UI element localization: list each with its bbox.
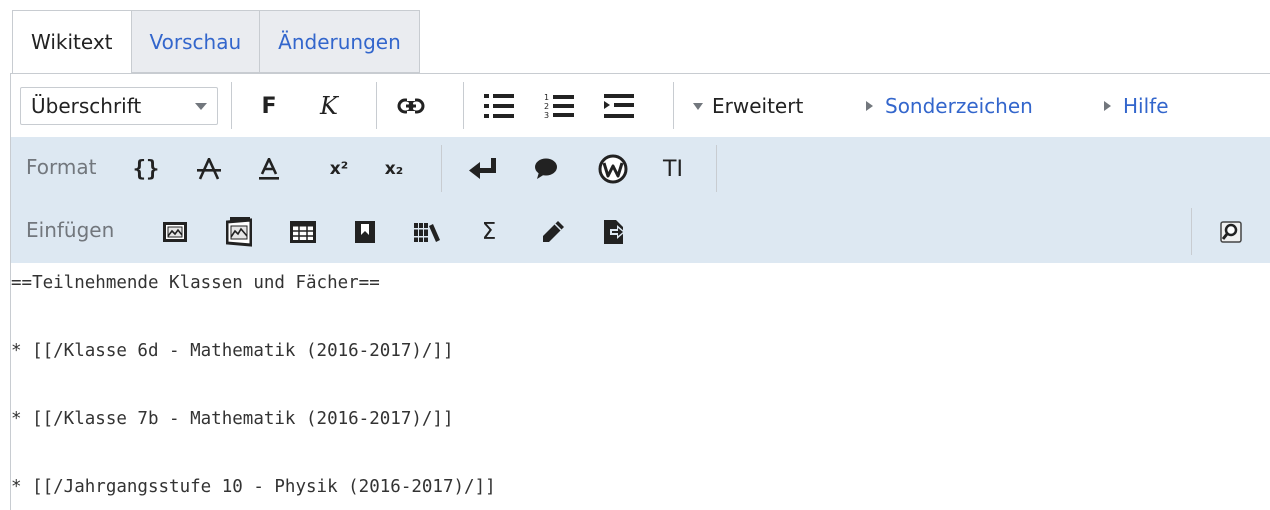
- insert-group-label: Einfügen: [26, 218, 115, 242]
- toolbar-divider: [441, 145, 442, 192]
- heading-select[interactable]: Überschrift: [20, 87, 218, 125]
- editor-line: * [[/Klasse 6d - Mathematik (2016-2017)/…: [11, 341, 454, 361]
- editor-line: * [[/Klasse 7b - Mathematik (2016-2017)/…: [11, 409, 454, 429]
- gallery-icon: [226, 217, 252, 247]
- books-icon: [414, 223, 440, 242]
- italic-button[interactable]: K: [309, 87, 349, 125]
- subscript-button[interactable]: x₂: [374, 150, 414, 188]
- heading-select-value: Überschrift: [31, 94, 142, 118]
- link-icon: [397, 98, 425, 114]
- insert-table-button[interactable]: [283, 213, 323, 251]
- insert-file-button[interactable]: [155, 213, 195, 251]
- insert-citation-button[interactable]: [407, 213, 447, 251]
- strikethrough-button[interactable]: [189, 150, 229, 188]
- newline-button[interactable]: [463, 150, 503, 188]
- superscript-button[interactable]: x²: [319, 150, 359, 188]
- editor-line: ==Teilnehmende Klassen und Fächer==: [11, 273, 380, 293]
- strikethrough-icon: [197, 158, 221, 180]
- triangle-right-icon: [1104, 101, 1111, 111]
- toolbar-divider: [231, 82, 232, 129]
- insert-group: Einfügen Σ: [11, 200, 1270, 263]
- search-replace-icon: [1220, 221, 1242, 243]
- help-toggle[interactable]: Hilfe: [1104, 91, 1169, 121]
- editor-tabs: Wikitext Vorschau Änderungen: [12, 10, 420, 74]
- svg-text:2: 2: [544, 102, 549, 111]
- toolbar-divider: [463, 82, 464, 129]
- advanced-toggle[interactable]: Erweitert: [693, 91, 803, 121]
- indent-button[interactable]: [599, 87, 639, 125]
- code-button[interactable]: {}: [126, 150, 166, 188]
- main-toolbar-row: Überschrift F K 1 2 3 Erweitert Sonderze…: [11, 74, 1270, 138]
- indent-icon: [604, 94, 634, 118]
- comment-button[interactable]: [526, 150, 566, 188]
- search-replace-button[interactable]: [1211, 213, 1251, 251]
- editor-line: * [[/Jahrgangsstufe 10 - Physik (2016-20…: [11, 477, 496, 497]
- tab-aenderungen[interactable]: Änderungen: [259, 10, 420, 73]
- insert-gallery-button[interactable]: [219, 213, 259, 251]
- bulleted-list-icon: [484, 94, 514, 118]
- toolbar-divider: [716, 145, 717, 192]
- bookmark-icon: [355, 221, 375, 243]
- speech-bubble-icon: [535, 158, 557, 179]
- triangle-down-icon: [693, 102, 703, 110]
- wiki-signature-icon: [598, 154, 628, 184]
- svg-text:1: 1: [544, 93, 549, 102]
- insert-signature-button[interactable]: [533, 213, 573, 251]
- insert-reference-button[interactable]: [345, 213, 385, 251]
- help-label: Hilfe: [1123, 94, 1169, 118]
- svg-text:3: 3: [544, 111, 549, 120]
- special-chars-toggle[interactable]: Sonderzeichen: [866, 91, 1033, 121]
- page-arrow-icon: [604, 220, 625, 244]
- link-button[interactable]: [391, 87, 431, 125]
- bold-button[interactable]: F: [249, 87, 289, 125]
- toolbar-divider: [376, 82, 377, 129]
- underline-button[interactable]: [249, 150, 289, 188]
- image-icon: [163, 222, 187, 242]
- advanced-label: Erweitert: [712, 94, 804, 118]
- tab-vorschau[interactable]: Vorschau: [130, 10, 261, 73]
- bulleted-list-button[interactable]: [479, 87, 519, 125]
- ti-button[interactable]: TI: [653, 150, 693, 188]
- tab-wikitext[interactable]: Wikitext: [12, 10, 132, 74]
- toolbar-divider: [1191, 208, 1192, 255]
- signature-button[interactable]: [593, 150, 633, 188]
- numbered-list-button[interactable]: 1 2 3: [539, 87, 579, 125]
- return-arrow-icon: [469, 158, 496, 179]
- editor-toolbar: Überschrift F K 1 2 3 Erweitert Sonderze…: [10, 73, 1270, 263]
- table-icon: [290, 221, 316, 243]
- format-group: Format {} x² x₂ TI: [11, 137, 1270, 200]
- insert-redirect-button[interactable]: [595, 213, 635, 251]
- chevron-down-icon: [195, 103, 207, 110]
- triangle-right-icon: [866, 101, 873, 111]
- pencil-icon: [543, 221, 564, 242]
- format-group-label: Format: [26, 155, 97, 179]
- toolbar-divider: [673, 82, 674, 129]
- underline-icon: [259, 158, 279, 180]
- numbered-list-icon: 1 2 3: [544, 93, 574, 120]
- insert-formula-button[interactable]: Σ: [469, 213, 509, 251]
- special-chars-label: Sonderzeichen: [885, 94, 1033, 118]
- wikitext-editor[interactable]: ==Teilnehmende Klassen und Fächer== * [[…: [10, 263, 1270, 510]
